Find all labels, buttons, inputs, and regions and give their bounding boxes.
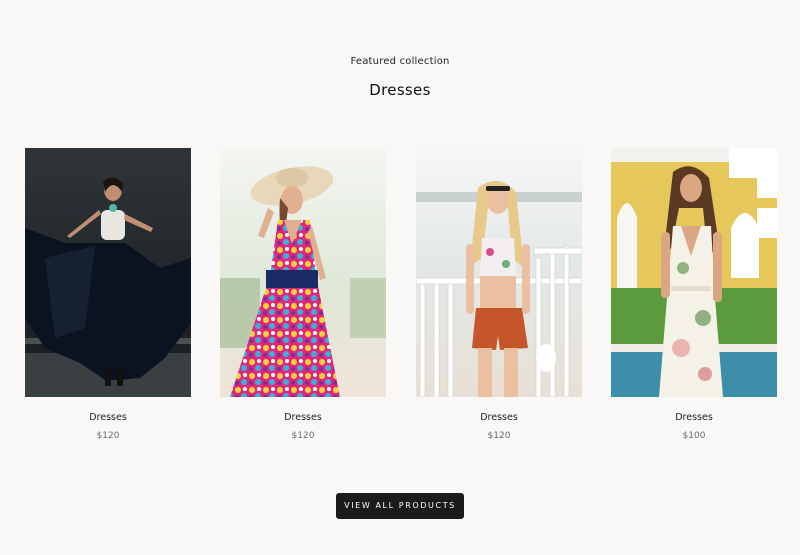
product-price: $120 bbox=[96, 431, 120, 441]
product-image[interactable] bbox=[220, 148, 386, 397]
product-image[interactable] bbox=[416, 148, 582, 397]
product-name[interactable]: Dresses bbox=[611, 412, 777, 423]
section-eyebrow: Featured collection bbox=[350, 56, 450, 67]
product-price: $120 bbox=[487, 431, 511, 441]
view-all-products-button[interactable]: VIEW ALL PRODUCTS bbox=[336, 493, 464, 519]
product-name[interactable]: Dresses bbox=[220, 412, 386, 423]
section-title: Dresses bbox=[369, 81, 431, 99]
product-card[interactable]: Dresses $120 bbox=[220, 148, 386, 441]
product-card[interactable]: Dresses $100 bbox=[611, 148, 777, 441]
product-name[interactable]: Dresses bbox=[416, 412, 582, 423]
product-grid: Dresses $120 Dresses $120 Dresses $120 D… bbox=[25, 148, 778, 448]
product-image[interactable] bbox=[611, 148, 777, 397]
product-card[interactable]: Dresses $120 bbox=[25, 148, 191, 441]
product-card[interactable]: Dresses $120 bbox=[416, 148, 582, 441]
product-image[interactable] bbox=[25, 148, 191, 397]
product-name[interactable]: Dresses bbox=[25, 412, 191, 423]
product-price: $120 bbox=[291, 431, 315, 441]
product-price: $100 bbox=[682, 431, 706, 441]
